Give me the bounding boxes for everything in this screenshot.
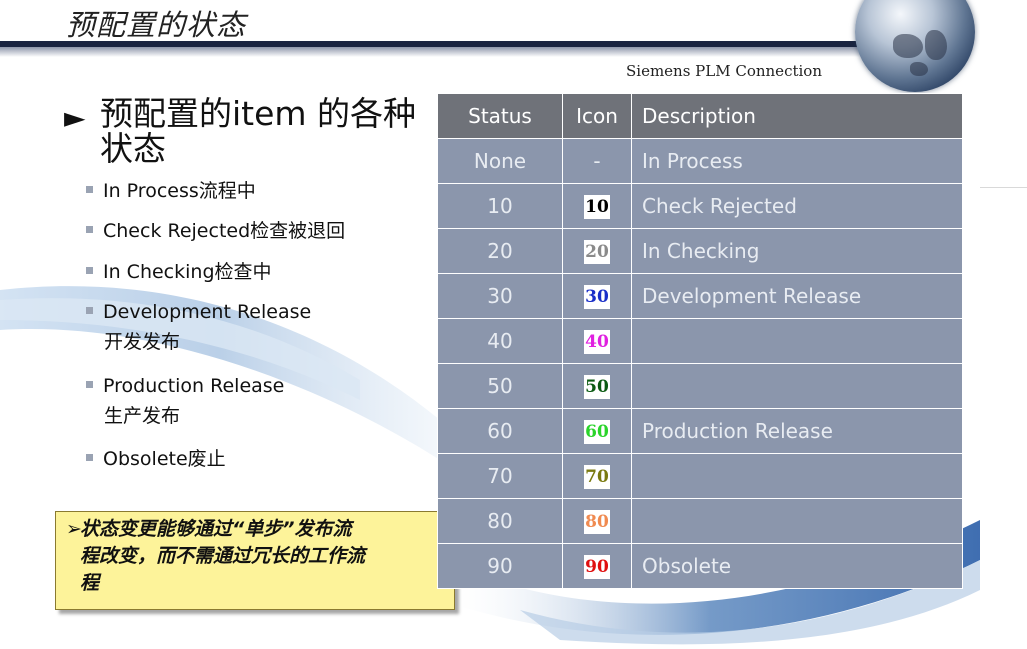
- bullet-text: Development Release: [103, 301, 312, 323]
- bullet-square-icon: [86, 267, 93, 274]
- bullet-item: Development Release 开发发布: [86, 297, 311, 357]
- icon-cell: 10: [562, 183, 632, 229]
- bullet-square-icon: [86, 226, 93, 233]
- table-row: 60 60 Production Release: [437, 408, 963, 454]
- table-row: 90 90 Obsolete: [437, 543, 963, 589]
- description-cell: Check Rejected: [631, 183, 963, 229]
- description-cell: [631, 453, 963, 499]
- status-cell: 50: [437, 363, 563, 409]
- note-arrow-icon: ➢: [66, 518, 82, 540]
- icon-cell: 80: [562, 498, 632, 544]
- status-table: Status Icon Description None - In Process 1…: [437, 93, 963, 589]
- description-cell: Development Release: [631, 273, 963, 319]
- icon-dash: -: [593, 149, 601, 173]
- table-row: 50 50: [437, 363, 963, 409]
- status-number-icon: 10: [584, 194, 610, 219]
- description-cell: In Process: [631, 138, 963, 184]
- bullet-item: Production Release 生产发布: [86, 371, 284, 431]
- bullet-text: Production Release: [103, 375, 285, 397]
- icon-cell: 30: [562, 273, 632, 319]
- table-row: None - In Process: [437, 138, 963, 184]
- status-cell: 30: [437, 273, 563, 319]
- description-cell: Production Release: [631, 408, 963, 454]
- bullet-item: In Checking检查中: [86, 257, 272, 287]
- status-cell: 70: [437, 453, 563, 499]
- header-icon: Icon: [562, 93, 632, 139]
- heading: 预配置的item 的各种状态: [100, 94, 417, 168]
- description-cell: [631, 318, 963, 364]
- bullet-square-icon: [86, 454, 93, 461]
- note-line-1: 状态变更能够通过“单步”发布流: [80, 518, 352, 540]
- note-line-2: 程改变，而不需通过冗长的工作流: [80, 545, 366, 567]
- note-line-3: 程: [80, 572, 100, 594]
- status-number-icon: 60: [584, 419, 610, 444]
- title-bar-shade: [0, 47, 940, 57]
- table-row: 80 80: [437, 498, 963, 544]
- bullet-square-icon: [86, 186, 93, 193]
- icon-cell: 40: [562, 318, 632, 364]
- table-row: 40 40: [437, 318, 963, 364]
- icon-cell: -: [562, 138, 632, 184]
- bullet-text: In Process流程中: [103, 180, 256, 202]
- status-number-icon: 70: [584, 464, 610, 489]
- heading-arrow-icon: ►: [64, 101, 86, 134]
- status-number-icon: 30: [584, 284, 610, 309]
- slide-title: 预配置的状态: [66, 8, 247, 42]
- table-row: 10 10 Check Rejected: [437, 183, 963, 229]
- status-number-icon: 50: [584, 374, 610, 399]
- bullet-text: Obsolete废止: [103, 448, 226, 470]
- bullet-text: Check Rejected检查被退回: [103, 220, 346, 242]
- table-row: 30 30 Development Release: [437, 273, 963, 319]
- table-row: 20 20 In Checking: [437, 228, 963, 274]
- icon-cell: 50: [562, 363, 632, 409]
- bullet-square-icon: [86, 381, 93, 388]
- status-cell: 60: [437, 408, 563, 454]
- bullet-subtext: 开发发布: [104, 331, 181, 353]
- right-margin: [980, 0, 1027, 649]
- status-cell: 20: [437, 228, 563, 274]
- icon-cell: 60: [562, 408, 632, 454]
- status-cell: 40: [437, 318, 563, 364]
- bullet-text: In Checking检查中: [103, 261, 272, 283]
- description-cell: In Checking: [631, 228, 963, 274]
- bullet-subtext: 生产发布: [104, 405, 181, 427]
- table-row: 70 70: [437, 453, 963, 499]
- status-cell: None: [437, 138, 563, 184]
- brand-label: Siemens PLM Connection: [626, 62, 822, 80]
- status-cell: 90: [437, 543, 563, 589]
- status-number-icon: 80: [584, 509, 610, 534]
- slide: 预配置的状态 Siemens PLM Connection ► 预配置的item…: [0, 0, 980, 649]
- bullet-square-icon: [86, 307, 93, 314]
- bullet-item: Check Rejected检查被退回: [86, 216, 345, 246]
- status-cell: 80: [437, 498, 563, 544]
- status-number-icon: 40: [584, 329, 610, 354]
- header-status: Status: [437, 93, 563, 139]
- bullet-item: Obsolete废止: [86, 444, 226, 474]
- status-number-icon: 20: [584, 239, 610, 264]
- table-header-row: Status Icon Description: [437, 93, 963, 139]
- table-body: None - In Process 10 10 Check Rejected 20 20 In …: [437, 138, 963, 589]
- description-cell: [631, 363, 963, 409]
- status-number-icon: 90: [584, 554, 610, 579]
- icon-cell: 20: [562, 228, 632, 274]
- icon-cell: 90: [562, 543, 632, 589]
- right-divider: [980, 187, 1027, 188]
- note-box: ➢状态变更能够通过“单步”发布流 程改变，而不需通过冗长的工作流 程: [55, 511, 455, 610]
- bullet-item: In Process流程中: [86, 176, 256, 206]
- description-cell: [631, 498, 963, 544]
- description-cell: Obsolete: [631, 543, 963, 589]
- header-description: Description: [631, 93, 963, 139]
- icon-cell: 70: [562, 453, 632, 499]
- status-cell: 10: [437, 183, 563, 229]
